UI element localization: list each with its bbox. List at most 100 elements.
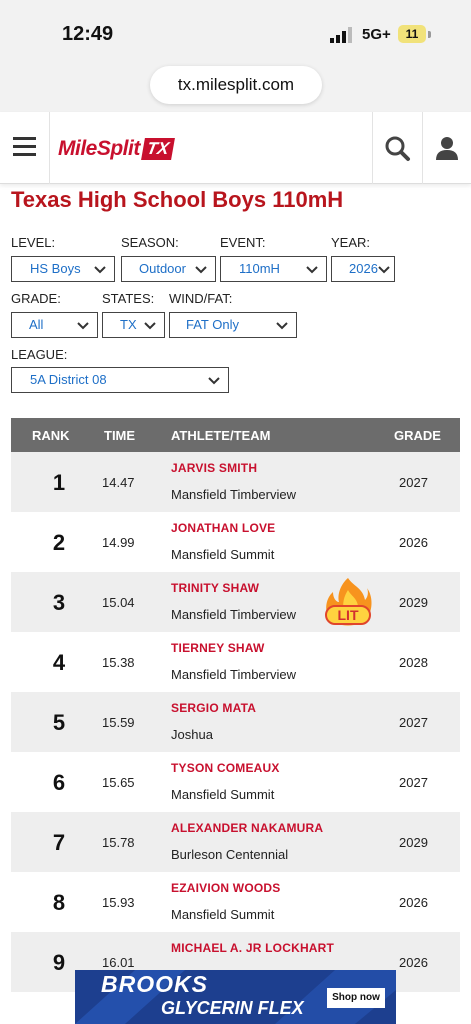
grade-header[interactable]: GRADE: [394, 428, 441, 443]
chevron-down-icon: [144, 322, 156, 330]
rank-cell: 5: [52, 710, 66, 735]
hamburger-menu-icon[interactable]: [0, 112, 50, 184]
table-row[interactable]: 3 15.04 TRINITY SHAW Mansfield Timbervie…: [11, 572, 460, 632]
account-button[interactable]: [422, 112, 471, 184]
level-label: LEVEL:: [11, 235, 56, 250]
status-time: 12:49: [62, 23, 114, 45]
grade-cell: 2027: [399, 475, 428, 490]
logo-badge: TX: [140, 138, 175, 160]
chevron-down-icon: [276, 322, 288, 330]
time-header[interactable]: TIME: [104, 428, 135, 443]
event-label: EVENT:: [220, 235, 266, 250]
states-select[interactable]: TX: [102, 312, 165, 338]
grade-cell: 2027: [399, 715, 428, 730]
table-row[interactable]: 2 14.99 JONATHAN LOVE Mansfield Summit 2…: [11, 512, 460, 572]
rank-cell: 7: [52, 830, 66, 855]
network-type: 5G+: [362, 26, 391, 43]
user-icon: [436, 137, 458, 160]
grade-label: GRADE:: [11, 291, 61, 306]
athlete-link[interactable]: MICHAEL A. JR LOCKHART: [171, 941, 334, 955]
athlete-link[interactable]: TIERNEY SHAW: [171, 641, 265, 655]
browser-url-bar: tx.milesplit.com: [0, 62, 471, 112]
rank-cell: 3: [52, 590, 66, 615]
rank-cell: 8: [52, 890, 66, 915]
grade-cell: 2028: [399, 655, 428, 670]
season-select[interactable]: Outdoor: [121, 256, 216, 282]
grade-cell: 2027: [399, 775, 428, 790]
rank-cell: 1: [52, 470, 66, 495]
wind-label: WIND/FAT:: [169, 291, 233, 306]
states-label: STATES:: [102, 291, 155, 306]
chevron-down-icon: [208, 377, 220, 385]
athlete-link[interactable]: EZAIVION WOODS: [171, 881, 280, 895]
table-row[interactable]: 4 15.38 TIERNEY SHAW Mansfield Timbervie…: [11, 632, 460, 692]
search-button[interactable]: [372, 112, 422, 184]
table-row[interactable]: 1 14.47 JARVIS SMITH Mansfield Timbervie…: [11, 452, 460, 512]
rank-cell: 2: [52, 530, 66, 555]
grade-value: All: [29, 317, 44, 332]
table-row[interactable]: 5 15.59 SERGIO MATA Joshua 2027: [11, 692, 460, 752]
rankings-table-header: RANK TIME ATHLETE/TEAM GRADE: [11, 418, 460, 452]
athlete-link[interactable]: ALEXANDER NAKAMURA: [171, 821, 323, 835]
grade-cell: 2029: [399, 595, 428, 610]
grade-cell: 2029: [399, 835, 428, 850]
table-row[interactable]: 7 15.78 ALEXANDER NAKAMURA Burleson Cent…: [11, 812, 460, 872]
athlete-header[interactable]: ATHLETE/TEAM: [171, 428, 270, 443]
milesplit-logo[interactable]: MileSplit TX: [58, 136, 175, 162]
chevron-down-icon: [77, 322, 89, 330]
grade-cell: 2026: [399, 955, 428, 970]
athlete-link[interactable]: SERGIO MATA: [171, 701, 256, 715]
athlete-link[interactable]: TRINITY SHAW: [171, 581, 259, 595]
lit-fire-sticker-icon: LIT: [325, 578, 372, 626]
states-value: TX: [120, 317, 137, 332]
chevron-down-icon: [94, 266, 106, 274]
time-cell: 15.65: [102, 775, 135, 790]
ad-product: GLYCERIN FLEX: [161, 998, 304, 1018]
url-pill[interactable]: tx.milesplit.com: [150, 66, 322, 104]
team-cell: Mansfield Timberview: [171, 667, 296, 682]
rank-cell: 4: [52, 650, 66, 675]
season-label: SEASON:: [121, 235, 179, 250]
team-cell: Mansfield Summit: [171, 787, 275, 802]
ad-brand: BROOKS: [101, 971, 208, 997]
athlete-link[interactable]: TYSON COMEAUX: [171, 761, 280, 775]
lit-sticker-text: LIT: [338, 607, 359, 623]
page-title: Texas High School Boys 110mH: [11, 187, 344, 212]
time-cell: 15.93: [102, 895, 135, 910]
year-select[interactable]: 2026: [331, 256, 395, 282]
time-cell: 15.04: [102, 595, 135, 610]
site-header: MileSplit TX: [0, 112, 471, 184]
grade-select[interactable]: All: [11, 312, 98, 338]
battery-icon: 11: [398, 25, 426, 43]
event-select[interactable]: 110mH: [220, 256, 327, 282]
league-label: LEAGUE:: [11, 347, 68, 362]
brooks-ad-banner[interactable]: BROOKS GLYCERIN FLEX Shop now: [75, 970, 396, 1024]
team-cell: Burleson Centennial: [171, 847, 289, 862]
shop-now-button[interactable]: Shop now: [327, 988, 385, 1008]
level-value: HS Boys: [30, 261, 81, 276]
time-cell: 14.99: [102, 535, 135, 550]
time-cell: 14.47: [102, 475, 135, 490]
time-cell: 16.01: [102, 955, 135, 970]
chevron-down-icon: [378, 266, 390, 274]
logo-text: MileSplit: [58, 137, 140, 160]
grade-cell: 2026: [399, 895, 428, 910]
time-cell: 15.38: [102, 655, 135, 670]
wind-select[interactable]: FAT Only: [169, 312, 297, 338]
status-bar: 12:49 5G+ 11: [0, 0, 471, 62]
team-cell: Mansfield Timberview: [171, 487, 296, 502]
rank-header[interactable]: RANK: [32, 428, 70, 443]
year-value: 2026: [349, 261, 378, 276]
athlete-link[interactable]: JARVIS SMITH: [171, 461, 257, 475]
time-cell: 15.59: [102, 715, 135, 730]
league-value: 5A District 08: [30, 372, 107, 387]
chevron-down-icon: [195, 266, 207, 274]
table-row[interactable]: 6 15.65 TYSON COMEAUX Mansfield Summit 2…: [11, 752, 460, 812]
level-select[interactable]: HS Boys: [11, 256, 115, 282]
rank-cell: 6: [52, 770, 66, 795]
search-icon: [385, 136, 410, 161]
year-label: YEAR:: [331, 235, 371, 250]
athlete-link[interactable]: JONATHAN LOVE: [171, 521, 275, 535]
table-row[interactable]: 8 15.93 EZAIVION WOODS Mansfield Summit …: [11, 872, 460, 932]
league-select[interactable]: 5A District 08: [11, 367, 229, 393]
